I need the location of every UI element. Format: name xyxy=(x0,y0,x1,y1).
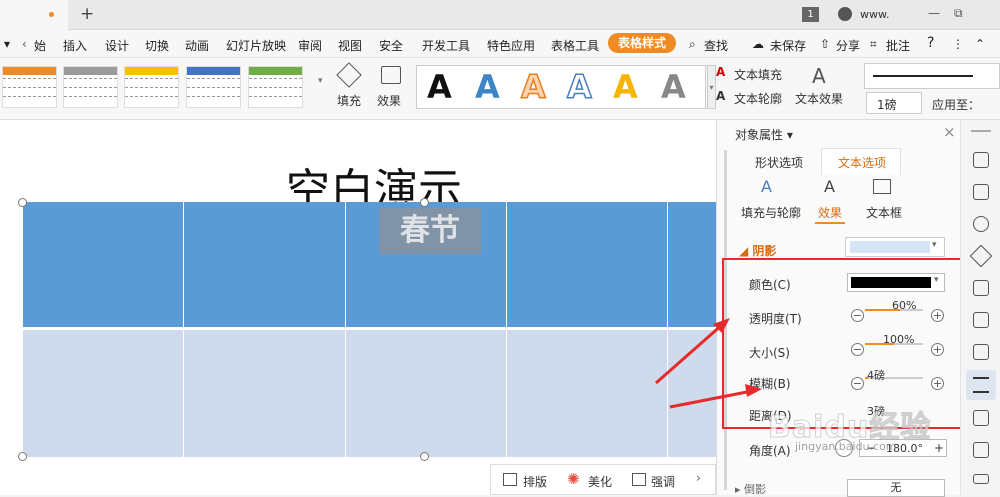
table-icon[interactable] xyxy=(973,280,989,296)
annotation-arrow xyxy=(655,322,724,385)
grid-icon[interactable] xyxy=(973,312,989,328)
effect-icon[interactable] xyxy=(969,244,993,268)
pin-icon[interactable] xyxy=(973,152,989,168)
export-icon[interactable] xyxy=(973,442,989,458)
chart-icon[interactable] xyxy=(973,344,989,360)
annotation-arrow xyxy=(669,389,753,409)
picture-icon[interactable] xyxy=(973,410,989,426)
copy-icon[interactable] xyxy=(973,184,989,200)
settings-sliders-icon xyxy=(973,377,989,393)
more-tools-icon[interactable] xyxy=(973,474,989,484)
shape-icon[interactable] xyxy=(973,216,989,232)
watermark-url: jingyan.baidu.com xyxy=(795,440,897,453)
arrowhead-icon xyxy=(745,384,762,397)
right-rail xyxy=(960,120,1000,495)
properties-rail-button[interactable] xyxy=(966,370,996,400)
rail-handle xyxy=(971,130,991,132)
